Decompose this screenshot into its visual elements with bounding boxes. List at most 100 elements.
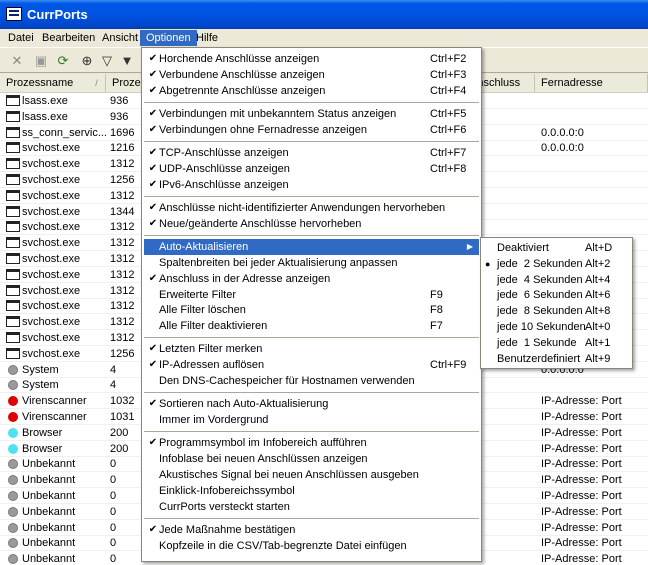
- options-menu-item[interactable]: ✔ IPv6-Anschlüsse anzeigen: [144, 177, 479, 193]
- options-menu-item[interactable]: ✔ Programmsymbol im Infobereich aufführen: [144, 435, 479, 451]
- menu-item-label: Anschlüsse nicht-identifizierter Anwendu…: [159, 201, 446, 214]
- menu-separator: [144, 140, 479, 142]
- menu-item-shortcut: Ctrl+F4: [430, 84, 467, 97]
- process-name-cell: Unbekannt: [6, 535, 106, 550]
- menu-item-shortcut: F9: [430, 288, 443, 301]
- auto-refresh-option[interactable]: jede 6 Sekunden Alt+6: [483, 287, 630, 303]
- options-menu-item[interactable]: ✔ Letzten Filter merken: [144, 341, 479, 357]
- status-dot-icon: [8, 475, 18, 486]
- filter-clear-icon[interactable]: ▼: [118, 52, 136, 70]
- auto-refresh-option[interactable]: Benutzerdefiniert Alt+9: [483, 351, 630, 367]
- options-menu-item[interactable]: ✔ Verbindungen mit unbekanntem Status anz…: [144, 106, 479, 122]
- status-dot-icon: [8, 554, 18, 565]
- menu-bearbeiten[interactable]: Bearbeiten: [36, 30, 101, 46]
- process-name-cell: Browser: [6, 425, 106, 440]
- options-menu-item[interactable]: Den DNS-Cachespeicher für Hostnamen verw…: [144, 373, 479, 389]
- properties-icon[interactable]: ⊕: [78, 52, 96, 70]
- process-name: ss_conn_servic...: [22, 126, 106, 139]
- submenu-item-label: jede 8 Sekunden: [497, 305, 583, 318]
- status-dot-icon: [8, 491, 18, 501]
- save-icon[interactable]: ▣: [32, 52, 50, 70]
- options-menu-item[interactable]: ✔ Neue/geänderte Anschlüsse hervorheben: [144, 216, 479, 232]
- remote-address-cell: [541, 156, 648, 171]
- menu-item-label: Verbindungen mit unbekanntem Status anze…: [159, 107, 397, 120]
- auto-refresh-option[interactable]: Deaktiviert Alt+D: [483, 240, 630, 256]
- process-name-cell: Unbekannt: [6, 472, 106, 487]
- window-app-icon: [6, 316, 20, 328]
- checkmark-icon: ✔: [148, 178, 158, 190]
- submenu-item-label: Benutzerdefiniert: [497, 352, 581, 365]
- auto-refresh-submenu: Deaktiviert Alt+D ● jede 2 Sekunden Alt+2 jed…: [480, 237, 633, 369]
- options-menu-item[interactable]: Einklick-Infobereichssymbol: [144, 483, 479, 499]
- menu-item-label: Sortieren nach Auto-Aktualisierung: [159, 398, 329, 411]
- menu-ansicht[interactable]: Ansicht: [96, 30, 144, 46]
- auto-refresh-option[interactable]: ● jede 2 Sekunden Alt+2: [483, 256, 630, 272]
- options-menu-item[interactable]: ✔ IP-Adressen auflösen Ctrl+F9: [144, 357, 479, 373]
- process-name-cell: svchost.exe: [6, 346, 106, 361]
- menu-optionen[interactable]: Optionen: [140, 30, 197, 46]
- column-process-name[interactable]: Prozessname /: [0, 74, 106, 93]
- menu-bar: Datei Bearbeiten Ansicht Optionen Hilfe: [0, 29, 648, 47]
- submenu-item-shortcut: Alt+0: [585, 321, 611, 333]
- options-menu-item[interactable]: Spaltenbreiten bei jeder Aktualisierung …: [144, 255, 479, 271]
- menu-hilfe[interactable]: Hilfe: [190, 30, 224, 46]
- checkmark-icon: ✔: [148, 84, 158, 96]
- remote-address-cell: IP-Adresse: Port: [541, 490, 622, 502]
- column-process-id[interactable]: Proze: [106, 74, 146, 93]
- checkmark-icon: ✔: [148, 201, 158, 213]
- options-menu-item[interactable]: ✔ Verbindungen ohne Fernadresse anzeigen C…: [144, 122, 479, 138]
- remote-address-cell: IP-Adresse: Port: [541, 395, 622, 408]
- menu-datei[interactable]: Datei: [2, 30, 40, 46]
- process-id-cell: 1312: [110, 332, 135, 344]
- filter-icon[interactable]: ▽: [98, 52, 116, 70]
- process-name-cell: svchost.exe: [6, 156, 106, 171]
- options-menu-item[interactable]: ✔ Sortieren nach Auto-Aktualisierung: [144, 396, 479, 412]
- options-menu-item[interactable]: Alle Filter deaktivieren F7: [144, 318, 479, 334]
- process-name-cell: svchost.exe: [6, 188, 106, 203]
- options-menu-item[interactable]: ✔ UDP-Anschlüsse anzeigen Ctrl+F8: [144, 161, 479, 177]
- options-menu-item[interactable]: Auto-Aktualisieren ▶: [144, 238, 479, 255]
- submenu-item-label: jede 6 Sekunden: [497, 289, 583, 302]
- options-menu-item[interactable]: ✔ Verbundene Anschlüsse anzeigen Ctrl+F3: [144, 67, 479, 83]
- auto-refresh-option[interactable]: jede 10 Sekunden Alt+0: [483, 319, 630, 335]
- options-menu-item[interactable]: ✔ Jede Maßnahme bestätigen: [144, 522, 479, 538]
- options-menu-item[interactable]: ✔ Anschlüsse nicht-identifizierter Anwend…: [144, 200, 479, 216]
- remote-address-cell: IP-Adresse: Port: [541, 474, 622, 487]
- menu-item-shortcut: Ctrl+F5: [430, 107, 467, 120]
- auto-refresh-option[interactable]: jede 8 Sekunden Alt+8: [483, 303, 630, 319]
- process-id-cell: 0: [110, 553, 117, 565]
- process-id-cell: 0: [110, 474, 117, 487]
- process-id-cell: 200: [110, 442, 129, 455]
- remote-address-cell: IP-Adresse: Port: [541, 537, 622, 550]
- process-name: svchost.exe: [22, 347, 81, 360]
- process-id-cell: 1032: [110, 395, 135, 408]
- process-id-cell: 1312: [110, 253, 135, 265]
- auto-refresh-option[interactable]: jede 1 Sekunde Alt+1: [483, 335, 630, 351]
- options-menu-item[interactable]: Alle Filter löschen F8: [144, 302, 479, 318]
- options-menu-item[interactable]: Akustisches Signal bei neuen Anschlüssen…: [144, 467, 479, 483]
- options-menu-item[interactable]: CurrPorts versteckt starten: [144, 499, 479, 515]
- window-app-icon: [6, 332, 20, 343]
- options-menu-item[interactable]: ✔ TCP-Anschlüsse anzeigen Ctrl+F7: [144, 145, 479, 161]
- options-menu-item[interactable]: ✔ Abgetrennte Anschlüsse anzeigen Ctrl+F4: [144, 83, 479, 99]
- options-menu-item[interactable]: ✔ Horchende Anschlüsse anzeigen Ctrl+F2: [144, 51, 479, 67]
- refresh-icon[interactable]: ⟳: [54, 52, 72, 70]
- status-dot-icon: [8, 380, 18, 391]
- process-name: System: [22, 379, 59, 392]
- checkmark-icon: ✔: [148, 272, 158, 284]
- options-menu-item[interactable]: Kopfzeile in die CSV/Tab-begrenzte Datei…: [144, 538, 479, 554]
- column-remote-address[interactable]: Fernadresse: [535, 74, 648, 93]
- process-id-cell: 1312: [110, 237, 135, 250]
- options-menu-item[interactable]: Erweiterte Filter F9: [144, 287, 479, 303]
- submenu-item-label: jede 1 Sekunde: [497, 336, 577, 349]
- options-menu-item[interactable]: Immer im Vordergrund: [144, 412, 479, 428]
- options-menu-item[interactable]: ✔ Anschluss in der Adresse anzeigen: [144, 271, 479, 287]
- checkmark-icon: ✔: [148, 398, 158, 410]
- process-name-cell: Unbekannt: [6, 504, 106, 519]
- options-menu-item[interactable]: Infoblase bei neuen Anschlüssen anzeigen: [144, 451, 479, 467]
- remote-address-cell: 0.0.0.0:0: [541, 142, 584, 155]
- auto-refresh-option[interactable]: jede 4 Sekunden Alt+4: [483, 272, 630, 288]
- sort-arrow-icon: /: [95, 78, 98, 88]
- delete-icon[interactable]: ✕: [8, 52, 26, 70]
- window-app-icon: [6, 284, 20, 296]
